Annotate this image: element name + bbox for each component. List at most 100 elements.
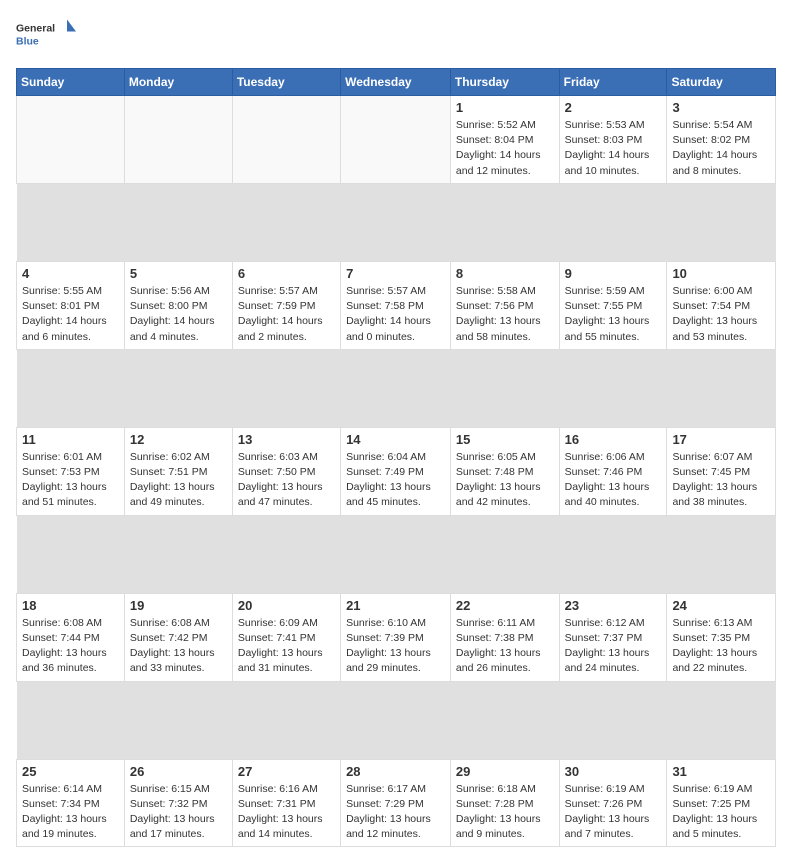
logo-icon: General Blue [16,16,76,56]
weekday-header-sunday: Sunday [17,69,125,96]
weekday-header-row: SundayMondayTuesdayWednesdayThursdayFrid… [17,69,776,96]
day-number: 29 [456,764,554,779]
calendar-day: 31 Sunrise: 6:19 AMSunset: 7:25 PMDayligh… [667,759,776,847]
page-header: General Blue [16,16,776,56]
calendar-day: 22Sunrise: 6:11 AMSunset: 7:38 PMDayligh… [450,593,559,681]
weekday-header-thursday: Thursday [450,69,559,96]
logo: General Blue [16,16,76,56]
calendar-week-row: 25Sunrise: 6:14 AMSunset: 7:34 PMDayligh… [17,759,776,847]
calendar-day: 26Sunrise: 6:15 AMSunset: 7:32 PMDayligh… [124,759,232,847]
day-number: 12 [130,432,227,447]
day-info: Sunrise: 6:19 AMSunset: 7:26 PMDaylight:… [565,782,662,843]
calendar-week-row: 18Sunrise: 6:08 AMSunset: 7:44 PMDayligh… [17,593,776,681]
calendar-day: 14 Sunrise: 6:04 AMSunset: 7:49 PMDayligh… [341,427,451,515]
day-number: 24 [672,598,770,613]
day-number: 6 [238,266,335,281]
day-number: 22 [456,598,554,613]
day-info: Sunrise: 6:03 AMSunset: 7:50 PMDaylight:… [238,450,335,511]
calendar-week-row: 1 Sunrise: 5:52 AMSunset: 8:04 PMDaylight… [17,96,776,184]
calendar-day: 15 Sunrise: 6:05 AMSunset: 7:48 PMDayligh… [450,427,559,515]
calendar-day: 8Sunrise: 5:58 AMSunset: 7:56 PMDaylight… [450,261,559,349]
weekday-header-friday: Friday [559,69,667,96]
day-number: 16 [565,432,662,447]
calendar-day: 13 Sunrise: 6:03 AMSunset: 7:50 PMDayligh… [232,427,340,515]
calendar-day: 20Sunrise: 6:09 AMSunset: 7:41 PMDayligh… [232,593,340,681]
day-number: 31 [672,764,770,779]
day-info: Sunrise: 6:10 AMSunset: 7:39 PMDaylight:… [346,616,445,677]
week-separator [17,681,776,759]
day-info: Sunrise: 5:55 AMSunset: 8:01 PMDaylight:… [22,284,119,345]
day-number: 1 [456,100,554,115]
day-number: 9 [565,266,662,281]
calendar-day: 5 Sunrise: 5:56 AMSunset: 8:00 PMDaylight… [124,261,232,349]
calendar-day: 9 Sunrise: 5:59 AMSunset: 7:55 PMDaylight… [559,261,667,349]
day-info: Sunrise: 5:54 AMSunset: 8:02 PMDaylight:… [672,118,770,179]
calendar-day [341,96,451,184]
day-number: 10 [672,266,770,281]
calendar-day: 18Sunrise: 6:08 AMSunset: 7:44 PMDayligh… [17,593,125,681]
calendar-day: 6Sunrise: 5:57 AMSunset: 7:59 PMDaylight… [232,261,340,349]
day-number: 14 [346,432,445,447]
day-number: 3 [672,100,770,115]
day-info: Sunrise: 6:00 AMSunset: 7:54 PMDaylight:… [672,284,770,345]
calendar-day: 23 Sunrise: 6:12 AMSunset: 7:37 PMDayligh… [559,593,667,681]
week-separator [17,183,776,261]
calendar-day: 25Sunrise: 6:14 AMSunset: 7:34 PMDayligh… [17,759,125,847]
calendar-table: SundayMondayTuesdayWednesdayThursdayFrid… [16,68,776,847]
day-number: 28 [346,764,445,779]
calendar-day: 21Sunrise: 6:10 AMSunset: 7:39 PMDayligh… [341,593,451,681]
calendar-day: 11Sunrise: 6:01 AMSunset: 7:53 PMDayligh… [17,427,125,515]
svg-text:General: General [16,23,55,35]
day-info: Sunrise: 6:08 AMSunset: 7:44 PMDaylight:… [22,616,119,677]
day-number: 26 [130,764,227,779]
day-number: 27 [238,764,335,779]
weekday-header-wednesday: Wednesday [341,69,451,96]
calendar-day: 12Sunrise: 6:02 AMSunset: 7:51 PMDayligh… [124,427,232,515]
week-separator [17,515,776,593]
calendar-day: 7 Sunrise: 5:57 AMSunset: 7:58 PMDaylight… [341,261,451,349]
calendar-week-row: 4Sunrise: 5:55 AMSunset: 8:01 PMDaylight… [17,261,776,349]
calendar-day: 29Sunrise: 6:18 AMSunset: 7:28 PMDayligh… [450,759,559,847]
day-info: Sunrise: 6:17 AMSunset: 7:29 PMDaylight:… [346,782,445,843]
calendar-day: 17 Sunrise: 6:07 AMSunset: 7:45 PMDayligh… [667,427,776,515]
day-number: 2 [565,100,662,115]
day-number: 20 [238,598,335,613]
day-info: Sunrise: 6:07 AMSunset: 7:45 PMDaylight:… [672,450,770,511]
day-number: 30 [565,764,662,779]
day-info: Sunrise: 6:08 AMSunset: 7:42 PMDaylight:… [130,616,227,677]
weekday-header-monday: Monday [124,69,232,96]
day-info: Sunrise: 6:05 AMSunset: 7:48 PMDaylight:… [456,450,554,511]
day-number: 13 [238,432,335,447]
weekday-header-saturday: Saturday [667,69,776,96]
day-info: Sunrise: 6:19 AMSunset: 7:25 PMDaylight:… [672,782,770,843]
day-number: 15 [456,432,554,447]
week-separator [17,349,776,427]
day-info: Sunrise: 6:12 AMSunset: 7:37 PMDaylight:… [565,616,662,677]
day-number: 5 [130,266,227,281]
weekday-header-tuesday: Tuesday [232,69,340,96]
calendar-day [17,96,125,184]
day-number: 7 [346,266,445,281]
calendar-day: 24 Sunrise: 6:13 AMSunset: 7:35 PMDayligh… [667,593,776,681]
calendar-day: 19Sunrise: 6:08 AMSunset: 7:42 PMDayligh… [124,593,232,681]
day-info: Sunrise: 5:57 AMSunset: 7:58 PMDaylight:… [346,284,445,345]
day-number: 23 [565,598,662,613]
calendar-day: 30 Sunrise: 6:19 AMSunset: 7:26 PMDayligh… [559,759,667,847]
calendar-week-row: 11Sunrise: 6:01 AMSunset: 7:53 PMDayligh… [17,427,776,515]
day-info: Sunrise: 5:59 AMSunset: 7:55 PMDaylight:… [565,284,662,345]
calendar-day: 10 Sunrise: 6:00 AMSunset: 7:54 PMDayligh… [667,261,776,349]
calendar-day: 28 Sunrise: 6:17 AMSunset: 7:29 PMDayligh… [341,759,451,847]
day-info: Sunrise: 5:56 AMSunset: 8:00 PMDaylight:… [130,284,227,345]
calendar-day: 4Sunrise: 5:55 AMSunset: 8:01 PMDaylight… [17,261,125,349]
calendar-day: 16Sunrise: 6:06 AMSunset: 7:46 PMDayligh… [559,427,667,515]
day-number: 17 [672,432,770,447]
calendar-day: 1 Sunrise: 5:52 AMSunset: 8:04 PMDaylight… [450,96,559,184]
calendar-day: 3 Sunrise: 5:54 AMSunset: 8:02 PMDaylight… [667,96,776,184]
day-info: Sunrise: 5:58 AMSunset: 7:56 PMDaylight:… [456,284,554,345]
day-info: Sunrise: 5:52 AMSunset: 8:04 PMDaylight:… [456,118,554,179]
day-info: Sunrise: 6:04 AMSunset: 7:49 PMDaylight:… [346,450,445,511]
day-info: Sunrise: 6:14 AMSunset: 7:34 PMDaylight:… [22,782,119,843]
day-number: 11 [22,432,119,447]
calendar-day [232,96,340,184]
day-info: Sunrise: 6:13 AMSunset: 7:35 PMDaylight:… [672,616,770,677]
